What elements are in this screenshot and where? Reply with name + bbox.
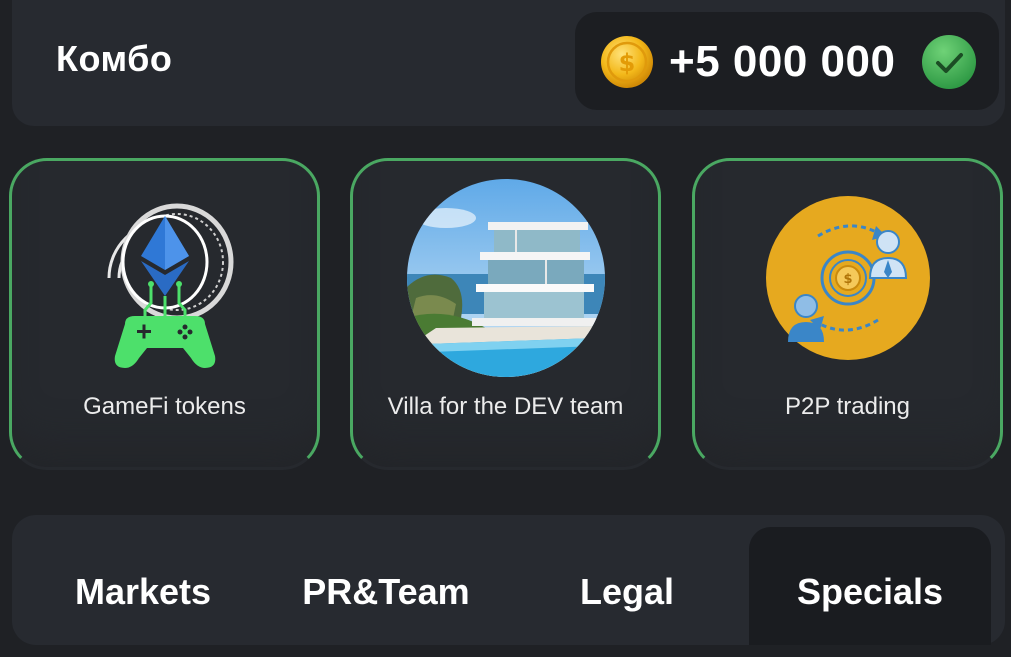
tab-pr-team[interactable]: PR&Team (264, 527, 508, 645)
combo-card-p2p-trading[interactable]: $ P2P trading (692, 158, 1003, 470)
category-tabs: Markets PR&Team Legal Specials (12, 515, 1005, 645)
svg-text:$: $ (843, 272, 852, 287)
reward-amount: +5 000 000 (669, 37, 896, 86)
coin-icon: $ (601, 36, 653, 88)
villa-image (406, 179, 605, 377)
gamepad-ethereum-icon (107, 203, 233, 368)
combo-title: Комбо (56, 38, 173, 79)
combo-card-gamefi-tokens[interactable]: GameFi tokens (9, 158, 320, 470)
card-label-villa-for-dev-team: Villa for the DEV team (387, 393, 624, 420)
combo-reward: $ +5 000 000 (575, 12, 999, 110)
p2p-exchange-icon: $ (765, 196, 930, 360)
combo-header: Комбо $ +5 000 000 (12, 0, 1005, 126)
tab-markets[interactable]: Markets (27, 527, 259, 645)
check-circle-icon (922, 35, 976, 89)
card-label-gamefi-tokens: GameFi tokens (83, 393, 246, 420)
tab-legal[interactable]: Legal (508, 527, 746, 645)
svg-text:$: $ (619, 49, 636, 77)
card-label-p2p-trading: P2P trading (785, 393, 910, 420)
combo-card-villa-for-dev-team[interactable]: Villa for the DEV team (350, 158, 661, 470)
tab-specials[interactable]: Specials (749, 527, 991, 645)
